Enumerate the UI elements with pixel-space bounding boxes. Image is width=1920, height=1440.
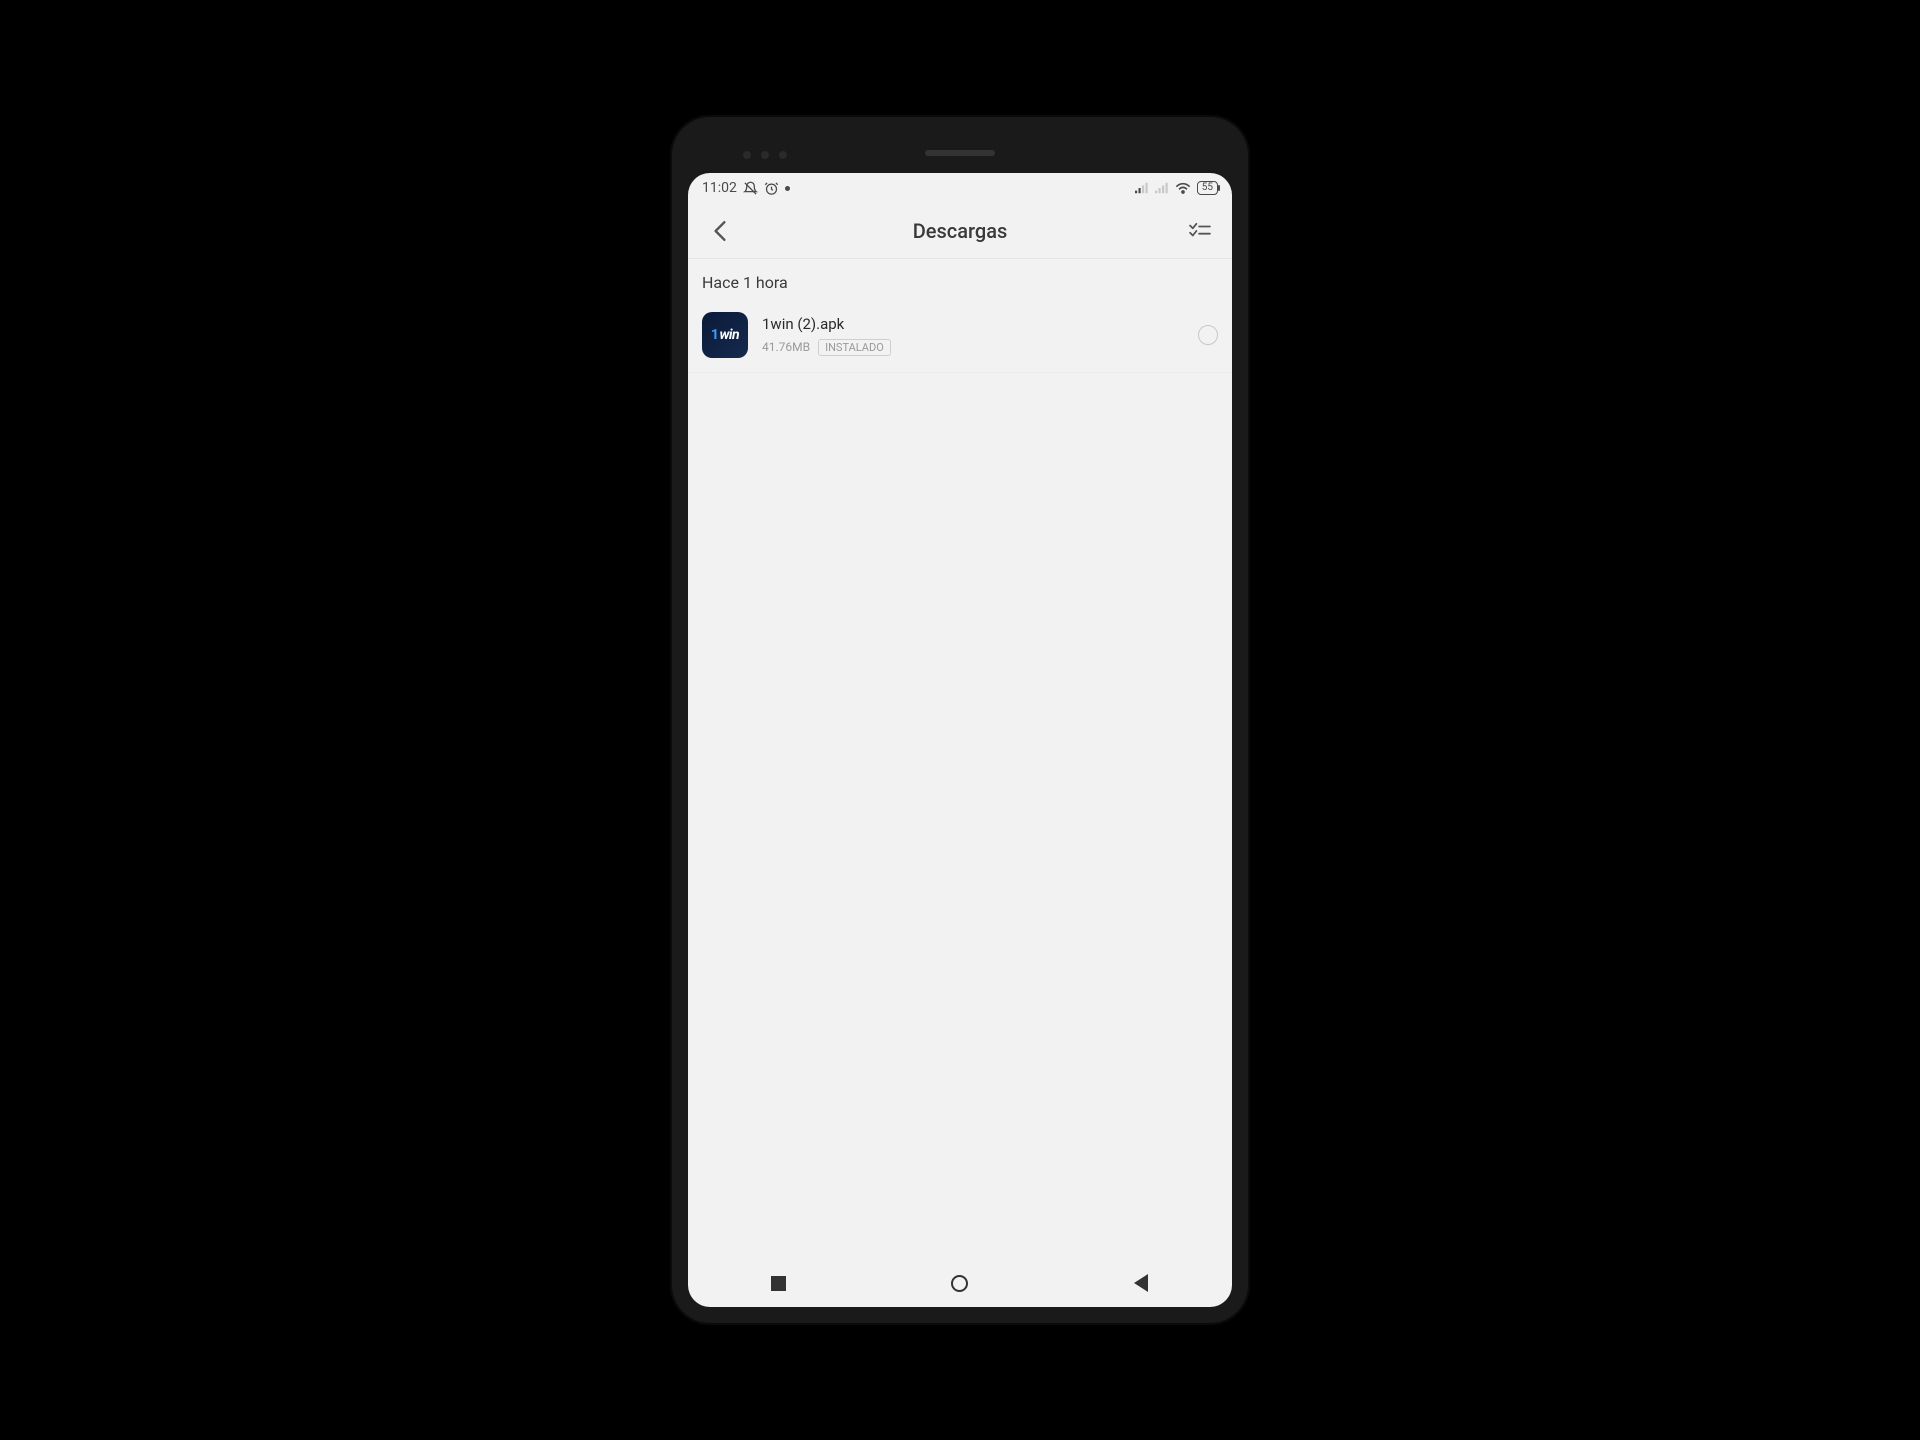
signal-2-icon — [1155, 182, 1169, 194]
signal-icon — [1135, 182, 1149, 194]
circle-icon — [951, 1275, 968, 1292]
file-info: 1win (2).apk 41.76MB INSTALADO — [762, 315, 1184, 356]
triangle-icon — [1134, 1274, 1148, 1292]
select-all-button[interactable] — [1182, 213, 1218, 249]
phone-notch — [688, 133, 1232, 173]
square-icon — [771, 1276, 786, 1291]
wifi-icon — [1175, 182, 1191, 194]
app-icon-text-prefix: 1 — [711, 327, 719, 343]
recents-button[interactable] — [749, 1263, 809, 1303]
home-button[interactable] — [930, 1263, 990, 1303]
file-size: 41.76MB — [762, 340, 810, 354]
alarm-icon — [764, 181, 779, 196]
select-radio[interactable] — [1198, 325, 1218, 345]
status-time: 11:02 — [702, 180, 737, 196]
phone-sensors — [743, 151, 787, 159]
status-bar: 11:02 — [688, 173, 1232, 203]
install-status-badge: INSTALADO — [818, 339, 891, 356]
downloads-list[interactable]: Hace 1 hora 1win 1win (2).apk 41.76MB IN… — [688, 259, 1232, 1259]
app-icon-text: win — [719, 327, 739, 343]
system-nav-bar — [688, 1259, 1232, 1307]
dnd-icon — [743, 181, 758, 196]
nav-back-button[interactable] — [1111, 1263, 1171, 1303]
app-icon: 1win — [702, 312, 748, 358]
battery-icon: 55 — [1197, 181, 1218, 195]
phone-screen: 11:02 — [688, 173, 1232, 1307]
page-title: Descargas — [913, 219, 1008, 243]
app-header: Descargas — [688, 203, 1232, 259]
phone-speaker — [925, 150, 995, 156]
download-item[interactable]: 1win 1win (2).apk 41.76MB INSTALADO — [688, 302, 1232, 373]
section-time-label: Hace 1 hora — [688, 259, 1232, 302]
status-dot-icon — [785, 186, 790, 191]
file-name: 1win (2).apk — [762, 315, 1184, 333]
phone-frame: 11:02 — [670, 115, 1250, 1325]
back-button[interactable] — [702, 213, 738, 249]
battery-level: 55 — [1202, 182, 1213, 193]
